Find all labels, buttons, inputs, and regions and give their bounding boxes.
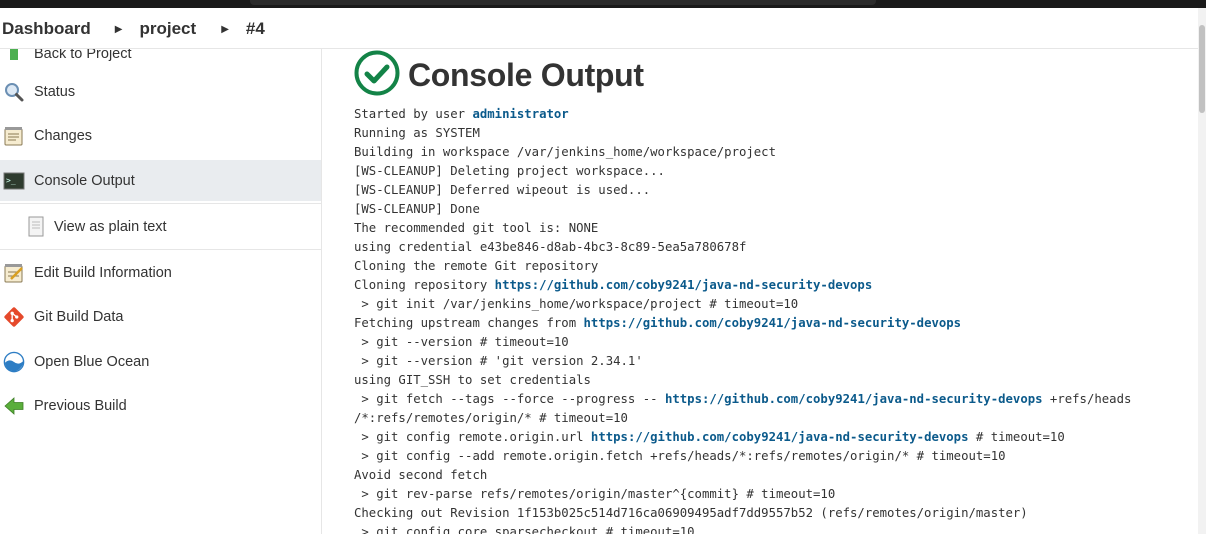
sidebar-item-console-output[interactable]: >_ Console Output <box>0 160 321 201</box>
console-line: Checking out Revision 1f153b025c514d716c… <box>354 504 1184 523</box>
console-line: Started by user administrator <box>354 105 1184 124</box>
console-line-text: +refs/heads <box>1042 392 1132 406</box>
breadcrumb-build[interactable]: #4 <box>246 19 265 39</box>
sidebar-item-label: Changes <box>34 128 93 144</box>
sidebar-item-label: Back to Project <box>34 48 132 62</box>
console-line-text: > git init /var/jenkins_home/workspace/p… <box>354 297 799 311</box>
success-check-icon <box>354 50 400 101</box>
chevron-right-icon[interactable]: ▶ <box>221 24 229 35</box>
sidebar-item-label: Edit Build Information <box>34 265 172 281</box>
console-line-text: > git rev-parse refs/remotes/origin/mast… <box>354 487 836 501</box>
console-line: > git config --add remote.origin.fetch +… <box>354 447 1184 466</box>
console-link[interactable]: https://github.com/coby9241/java-nd-secu… <box>665 392 1043 406</box>
sidebar: Back to Project Status Changes >_ Consol… <box>0 48 322 534</box>
sidebar-item-view-plain-text[interactable]: View as plain text <box>0 207 321 247</box>
console-line: using credential e43be846-d8ab-4bc3-8c89… <box>354 238 1184 257</box>
console-line-text: # timeout=10 <box>968 430 1065 444</box>
breadcrumb-project[interactable]: project <box>140 19 197 39</box>
console-line-text: > git --version # 'git version 2.34.1' <box>354 354 643 368</box>
console-line: > git init /var/jenkins_home/workspace/p… <box>354 295 1184 314</box>
sidebar-item-git-build-data[interactable]: Git Build Data <box>0 297 321 337</box>
search-icon <box>3 81 25 103</box>
sidebar-divider <box>0 203 321 204</box>
notepad-edit-icon <box>3 262 25 284</box>
console-line: > git --version # 'git version 2.34.1' <box>354 352 1184 371</box>
scrollbar-thumb[interactable] <box>1199 25 1205 113</box>
console-link[interactable]: https://github.com/coby9241/java-nd-secu… <box>495 278 873 292</box>
console-line-text: Fetching upstream changes from <box>354 316 584 330</box>
console-line: > git --version # timeout=10 <box>354 333 1184 352</box>
page-header: Console Output <box>354 50 644 101</box>
console-line-text: The recommended git tool is: NONE <box>354 221 599 235</box>
back-arrow-icon <box>3 48 25 65</box>
sidebar-divider <box>0 249 321 250</box>
console-line-text: using GIT_SSH to set credentials <box>354 373 591 387</box>
green-arrow-left-icon <box>3 395 25 417</box>
sidebar-item-label: Previous Build <box>34 398 127 414</box>
notepad-icon <box>3 125 25 147</box>
terminal-icon: >_ <box>3 170 25 192</box>
console-line: Building in workspace /var/jenkins_home/… <box>354 143 1184 162</box>
document-icon <box>25 216 47 238</box>
sidebar-item-previous-build[interactable]: Previous Build <box>0 386 321 426</box>
console-line: > git rev-parse refs/remotes/origin/mast… <box>354 485 1184 504</box>
console-line: [WS-CLEANUP] Deferred wipeout is used... <box>354 181 1184 200</box>
console-line-text: Running as SYSTEM <box>354 126 480 140</box>
header-bar-inner <box>250 0 876 5</box>
console-line-text: > git config core.sparsecheckout # timeo… <box>354 525 695 534</box>
breadcrumb: Dashboard ▶ project ▶ #4 <box>0 10 1198 48</box>
console-line-text: > git fetch --tags --force --progress -- <box>354 392 665 406</box>
console-line-text: Building in workspace /var/jenkins_home/… <box>354 145 776 159</box>
sidebar-item-label: Console Output <box>34 172 135 189</box>
console-line: Cloning repository https://github.com/co… <box>354 276 1184 295</box>
sidebar-item-edit-build-information[interactable]: Edit Build Information <box>0 253 321 293</box>
sidebar-item-changes[interactable]: Changes <box>0 116 321 156</box>
console-line-text: [WS-CLEANUP] Deferred wipeout is used... <box>354 183 651 197</box>
console-line-text: Cloning the remote Git repository <box>354 259 599 273</box>
console-link[interactable]: https://github.com/coby9241/java-nd-secu… <box>584 316 962 330</box>
sidebar-item-label: Open Blue Ocean <box>34 354 150 370</box>
console-line: Avoid second fetch <box>354 466 1184 485</box>
console-line: > git config core.sparsecheckout # timeo… <box>354 523 1184 534</box>
console-line-text: using credential e43be846-d8ab-4bc3-8c89… <box>354 240 747 254</box>
breadcrumb-dashboard[interactable]: Dashboard <box>2 19 91 39</box>
console-line: [WS-CLEANUP] Deleting project workspace.… <box>354 162 1184 181</box>
console-line: using GIT_SSH to set credentials <box>354 371 1184 390</box>
chevron-right-icon[interactable]: ▶ <box>115 24 123 35</box>
blue-ocean-icon <box>3 351 25 373</box>
console-line-text: [WS-CLEANUP] Done <box>354 202 480 216</box>
console-line-text: /*:refs/remotes/origin/* # timeout=10 <box>354 411 628 425</box>
page-title: Console Output <box>408 57 644 93</box>
console-link[interactable]: administrator <box>472 107 568 121</box>
git-icon <box>3 306 25 328</box>
console-line: > git config remote.origin.url https://g… <box>354 428 1184 447</box>
sidebar-item-status[interactable]: Status <box>0 72 321 112</box>
sidebar-item-label: View as plain text <box>54 219 167 235</box>
sidebar-item-back-to-project[interactable]: Back to Project <box>0 48 321 74</box>
console-line: Cloning the remote Git repository <box>354 257 1184 276</box>
console-line: Fetching upstream changes from https://g… <box>354 314 1184 333</box>
console-line-text: > git config remote.origin.url <box>354 430 591 444</box>
vertical-scrollbar[interactable] <box>1198 8 1206 534</box>
console-line-text: Started by user <box>354 107 473 121</box>
console-line-text: [WS-CLEANUP] Deleting project workspace.… <box>354 164 665 178</box>
console-line-text: Avoid second fetch <box>354 468 488 482</box>
console-line: The recommended git tool is: NONE <box>354 219 1184 238</box>
sidebar-item-open-blue-ocean[interactable]: Open Blue Ocean <box>0 342 321 382</box>
top-header-bar <box>0 0 1206 8</box>
console-line: /*:refs/remotes/origin/* # timeout=10 <box>354 409 1184 428</box>
main-content: Console Output Started by user administr… <box>322 48 1198 534</box>
console-link[interactable]: https://github.com/coby9241/java-nd-secu… <box>591 430 969 444</box>
console-line-text: Checking out Revision 1f153b025c514d716c… <box>354 506 1028 520</box>
console-output-log: Started by user administrator Running as … <box>354 105 1184 534</box>
console-line: Running as SYSTEM <box>354 124 1184 143</box>
sidebar-item-label: Git Build Data <box>34 309 124 325</box>
console-line: [WS-CLEANUP] Done <box>354 200 1184 219</box>
console-line: > git fetch --tags --force --progress --… <box>354 390 1184 409</box>
sidebar-item-label: Status <box>34 84 76 100</box>
console-line-text: > git --version # timeout=10 <box>354 335 569 349</box>
console-line-text: > git config --add remote.origin.fetch +… <box>354 449 1006 463</box>
svg-text:>_: >_ <box>6 176 16 185</box>
console-line-text: Cloning repository <box>354 278 495 292</box>
